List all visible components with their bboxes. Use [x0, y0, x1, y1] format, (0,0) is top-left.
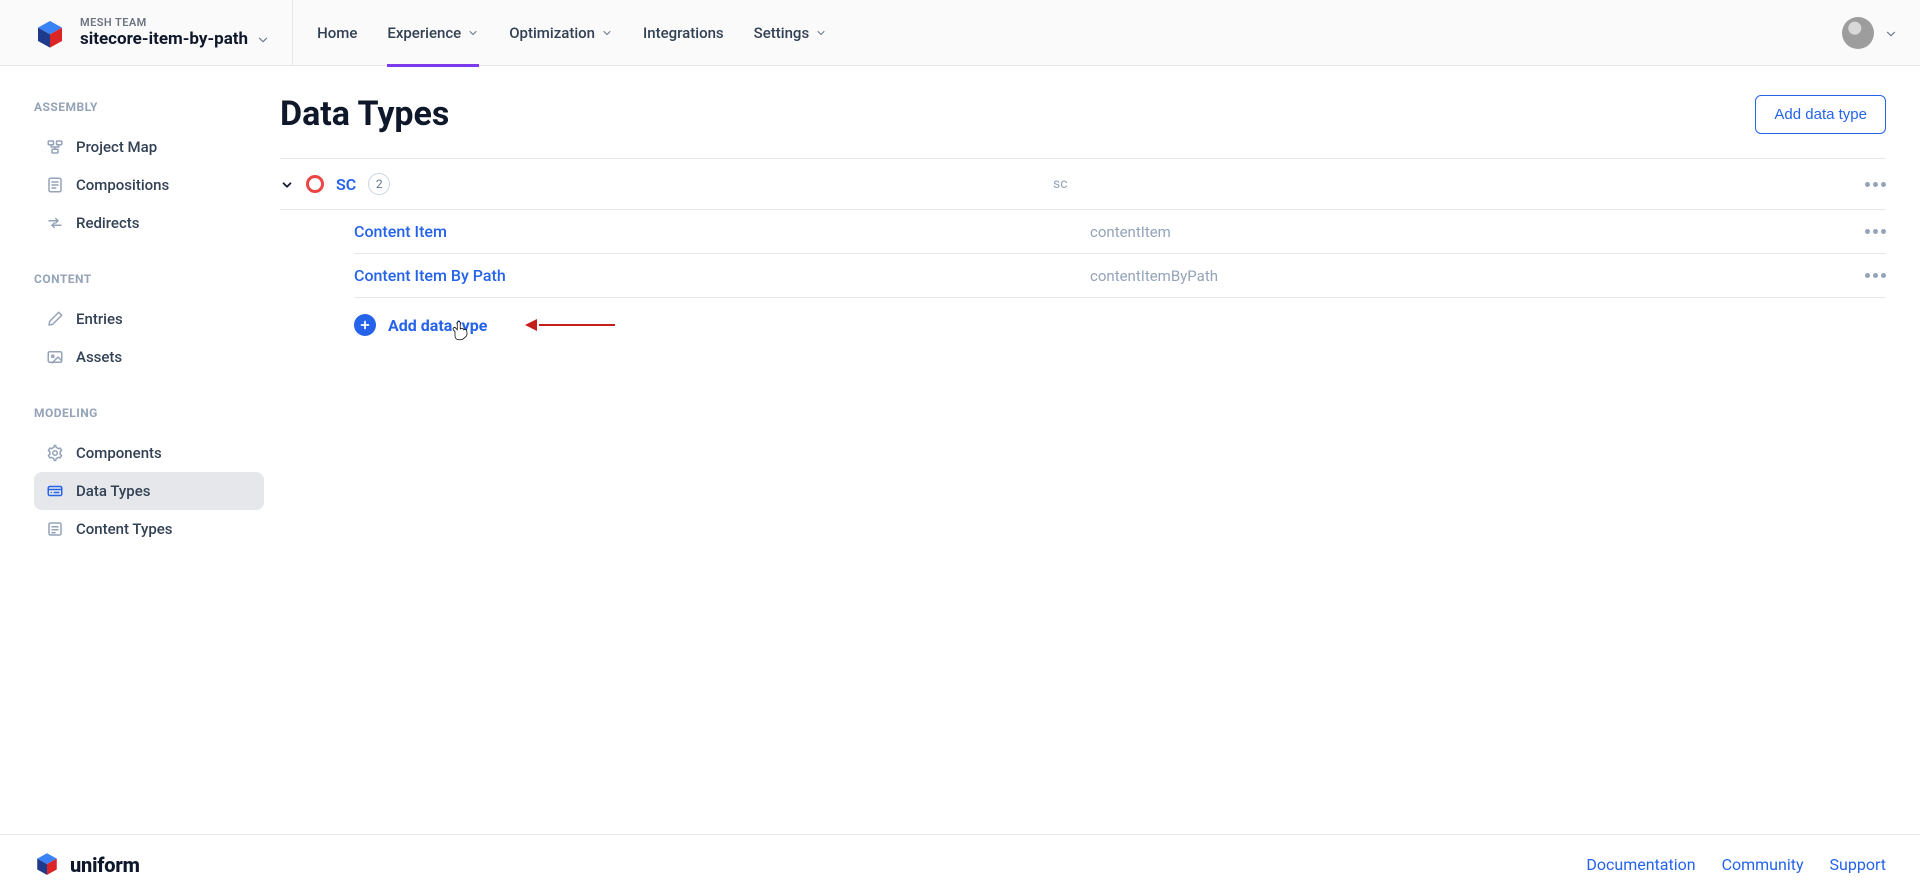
annotation-arrow-icon	[525, 318, 615, 332]
page-body: ASSEMBLY Project Map Compositions Redire…	[0, 66, 1920, 834]
add-data-type-button[interactable]: Add data type	[1755, 95, 1886, 134]
sidebar-item-label: Redirects	[76, 214, 140, 232]
page-title: Data Types	[280, 94, 449, 134]
project-switcher[interactable]: MESH TEAM sitecore-item-by-path	[0, 0, 293, 65]
content-types-icon	[46, 520, 64, 538]
redirects-icon	[46, 214, 64, 232]
components-icon	[46, 444, 64, 462]
add-data-type-inline-label: Add data type	[388, 316, 487, 335]
footer-brand-block: uniform	[34, 850, 140, 880]
data-type-row[interactable]: Content Item contentItem	[354, 210, 1886, 254]
chevron-down-icon[interactable]	[1884, 27, 1896, 39]
data-type-id: contentItemByPath	[1090, 267, 1826, 285]
entries-icon	[46, 310, 64, 328]
nav-integrations[interactable]: Integrations	[643, 0, 724, 66]
group-name-link[interactable]: SC	[336, 175, 356, 194]
sidebar-item-label: Entries	[76, 310, 123, 328]
footer-link-support[interactable]: Support	[1830, 855, 1886, 874]
chevron-down-icon[interactable]	[280, 177, 294, 191]
sidebar-item-content-types[interactable]: Content Types	[34, 510, 264, 548]
row-actions-menu[interactable]	[1826, 273, 1886, 278]
data-type-name-link[interactable]: Content Item By Path	[354, 266, 1090, 285]
sidebar-item-label: Project Map	[76, 138, 157, 156]
sidebar-item-components[interactable]: Components	[34, 434, 264, 472]
data-types-icon	[46, 482, 64, 500]
sidebar-section-content: CONTENT Entries Assets	[34, 272, 264, 376]
data-type-id: contentItem	[1090, 223, 1826, 241]
main-header: Data Types Add data type	[280, 94, 1886, 134]
data-type-group-header: SC 2 sc	[280, 159, 1886, 210]
nav-experience[interactable]: Experience	[387, 0, 479, 66]
sidebar-item-label: Components	[76, 444, 162, 462]
plus-circle-icon	[354, 314, 376, 336]
sidebar-item-redirects[interactable]: Redirects	[34, 204, 264, 242]
nav-label: Optimization	[509, 24, 595, 42]
sidebar-item-label: Content Types	[76, 520, 173, 538]
data-type-name-link[interactable]: Content Item	[354, 222, 1090, 241]
sitecore-icon	[306, 175, 324, 193]
assets-icon	[46, 348, 64, 366]
main-content: Data Types Add data type SC 2 sc Content	[280, 66, 1920, 834]
footer-link-documentation[interactable]: Documentation	[1586, 855, 1695, 874]
sidebar-item-label: Data Types	[76, 482, 150, 500]
group-id: sc	[1053, 176, 1826, 192]
footer-links: Documentation Community Support	[1586, 855, 1886, 874]
sidebar-section-assembly: ASSEMBLY Project Map Compositions Redire…	[34, 100, 264, 242]
compositions-icon	[46, 176, 64, 194]
nav-label: Integrations	[643, 24, 724, 42]
footer: uniform Documentation Community Support	[0, 834, 1920, 894]
sidebar-item-entries[interactable]: Entries	[34, 300, 264, 338]
data-type-rows: Content Item contentItem Content Item By…	[280, 210, 1886, 336]
footer-brand-text: uniform	[70, 853, 140, 877]
sidebar-section-modeling: MODELING Components Data Types Content T…	[34, 406, 264, 548]
nav-settings[interactable]: Settings	[754, 0, 828, 66]
data-type-row[interactable]: Content Item By Path contentItemByPath	[354, 254, 1886, 298]
sidebar-section-title: ASSEMBLY	[34, 100, 264, 114]
sidebar-section-title: CONTENT	[34, 272, 264, 286]
nav-optimization[interactable]: Optimization	[509, 0, 613, 66]
topbar: MESH TEAM sitecore-item-by-path Home Exp…	[0, 0, 1920, 66]
sidebar-item-assets[interactable]: Assets	[34, 338, 264, 376]
sidebar-item-label: Assets	[76, 348, 122, 366]
sidebar-item-compositions[interactable]: Compositions	[34, 166, 264, 204]
chevron-down-icon	[467, 27, 479, 39]
chevron-down-icon	[601, 27, 613, 39]
topbar-right	[1842, 17, 1896, 49]
uniform-logo-icon	[34, 850, 60, 880]
top-nav: Home Experience Optimization Integration…	[293, 0, 827, 65]
chevron-down-icon	[256, 33, 268, 45]
uniform-logo-icon	[34, 17, 66, 49]
sidebar-section-title: MODELING	[34, 406, 264, 420]
nav-label: Home	[317, 24, 357, 42]
sidebar-item-project-map[interactable]: Project Map	[34, 128, 264, 166]
project-switcher-text: MESH TEAM sitecore-item-by-path	[80, 16, 268, 50]
group-actions-menu[interactable]	[1826, 182, 1886, 187]
nav-home[interactable]: Home	[317, 0, 357, 66]
nav-label: Experience	[387, 24, 461, 42]
group-header-left: SC 2	[280, 173, 1053, 195]
nav-label: Settings	[754, 24, 810, 42]
group-count-badge: 2	[368, 173, 390, 195]
project-name: sitecore-item-by-path	[80, 29, 248, 49]
sidebar-item-label: Compositions	[76, 176, 169, 194]
project-map-icon	[46, 138, 64, 156]
sidebar: ASSEMBLY Project Map Compositions Redire…	[0, 66, 280, 834]
team-label: MESH TEAM	[80, 16, 268, 29]
chevron-down-icon	[815, 27, 827, 39]
row-actions-menu[interactable]	[1826, 229, 1886, 234]
topbar-left: MESH TEAM sitecore-item-by-path Home Exp…	[0, 0, 827, 65]
add-data-type-inline[interactable]: Add data type	[354, 298, 1886, 336]
data-type-group: SC 2 sc Content Item contentItem Content…	[280, 158, 1886, 336]
sidebar-item-data-types[interactable]: Data Types	[34, 472, 264, 510]
user-avatar[interactable]	[1842, 17, 1874, 49]
footer-link-community[interactable]: Community	[1722, 855, 1804, 874]
